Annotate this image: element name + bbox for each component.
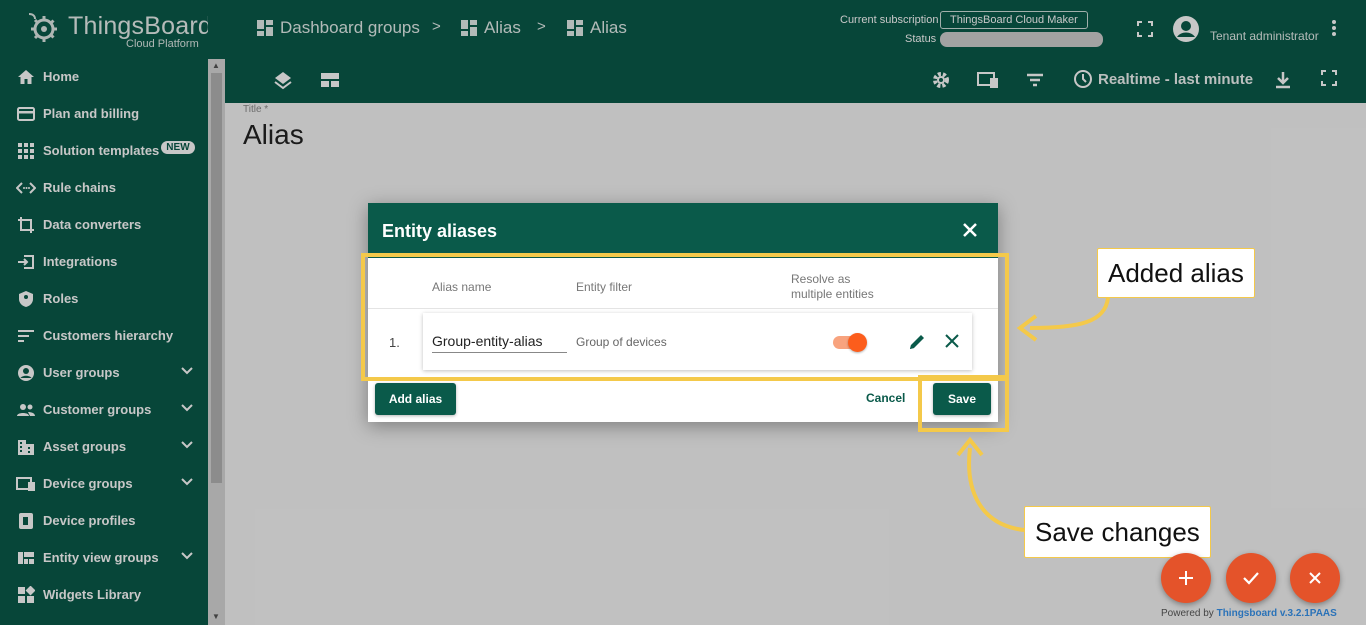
save-changes-callout: Save changes <box>1024 506 1211 558</box>
add-fab-button[interactable] <box>1161 553 1211 603</box>
discard-fab-button[interactable] <box>1290 553 1340 603</box>
close-icon <box>1309 572 1321 584</box>
save-changes-arrow <box>967 447 1025 532</box>
added-alias-arrow <box>1029 297 1110 330</box>
check-icon <box>1243 572 1259 585</box>
powered-prefix: Powered by <box>1161 608 1214 619</box>
added-alias-callout: Added alias <box>1097 248 1255 298</box>
plus-icon <box>1179 571 1193 585</box>
apply-fab-button[interactable] <box>1226 553 1276 603</box>
version-link[interactable]: Thingsboard v.3.2.1PAAS <box>1217 608 1337 619</box>
powered-by-footer: Powered by Thingsboard v.3.2.1PAAS <box>1161 608 1337 619</box>
